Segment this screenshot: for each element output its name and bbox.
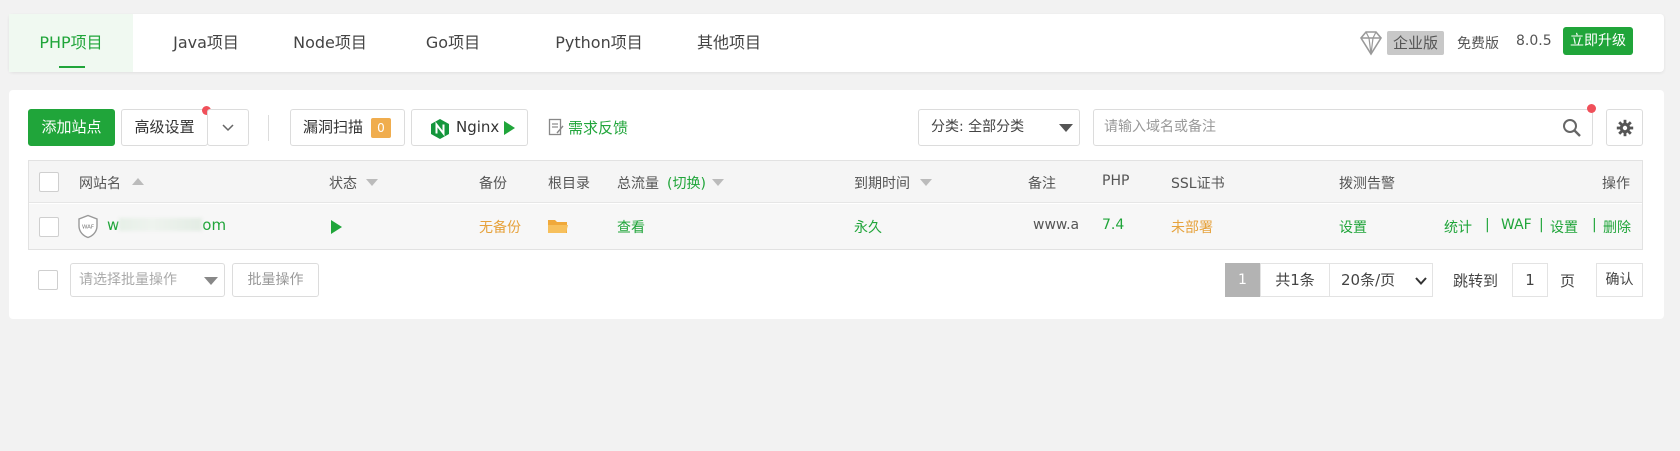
col-php: PHP bbox=[1102, 173, 1130, 189]
sort-desc-icon[interactable] bbox=[366, 179, 378, 186]
col-status[interactable]: 状态 bbox=[329, 173, 357, 193]
nginx-logo-icon bbox=[431, 119, 449, 139]
ssl-status-link[interactable]: 未部署 bbox=[1171, 217, 1213, 237]
col-site-name[interactable]: 网站名 bbox=[79, 173, 121, 193]
vuln-scan-label: 漏洞扫描 bbox=[303, 118, 364, 136]
vuln-count-badge: 0 bbox=[371, 118, 391, 138]
page-size-value: 20条/页 bbox=[1341, 271, 1396, 289]
op-separator: | bbox=[1485, 217, 1490, 233]
php-version-link[interactable]: 7.4 bbox=[1102, 217, 1124, 233]
tab-other[interactable]: 其他项目 bbox=[669, 14, 789, 72]
play-icon bbox=[504, 121, 515, 135]
tab-java[interactable]: Java项目 bbox=[141, 14, 271, 72]
confirm-jump-button[interactable]: 确认 bbox=[1596, 263, 1643, 297]
caret-down-icon bbox=[204, 277, 218, 285]
vuln-scan-button[interactable]: 漏洞扫描 0 bbox=[290, 109, 405, 146]
page-unit-label: 页 bbox=[1560, 272, 1576, 290]
sites-table: 网站名 状态 备份 根目录 总流量 (切换) 到期时间 备注 PHP SSL证书… bbox=[28, 160, 1643, 250]
monitor-settings-link[interactable]: 设置 bbox=[1339, 217, 1367, 237]
col-ssl: SSL证书 bbox=[1171, 176, 1225, 192]
expire-value[interactable]: 永久 bbox=[854, 217, 882, 237]
site-name-suffix: om bbox=[202, 216, 227, 234]
nginx-button[interactable]: Nginx bbox=[411, 109, 528, 146]
toolbar-divider bbox=[268, 115, 269, 141]
sort-desc-icon[interactable] bbox=[920, 179, 932, 186]
total-count: 共1条 bbox=[1260, 263, 1330, 297]
traffic-toggle-link[interactable]: (切换) bbox=[667, 173, 706, 193]
col-remark: 备注 bbox=[1028, 176, 1056, 192]
tab-go[interactable]: Go项目 bbox=[393, 14, 513, 72]
version-number: 8.0.5 bbox=[1516, 33, 1552, 49]
tab-python[interactable]: Python项目 bbox=[529, 14, 669, 72]
folder-icon[interactable] bbox=[547, 218, 569, 235]
remark-value[interactable]: www.a bbox=[1033, 217, 1079, 233]
jump-page-input[interactable]: 1 bbox=[1512, 263, 1548, 297]
op-separator: | bbox=[1592, 217, 1597, 233]
table-header: 网站名 状态 备份 根目录 总流量 (切换) 到期时间 备注 PHP SSL证书… bbox=[29, 161, 1642, 203]
col-monitor: 拨测告警 bbox=[1339, 176, 1395, 192]
advanced-settings-button[interactable]: 高级设置 bbox=[121, 109, 208, 146]
col-backup: 备份 bbox=[479, 176, 507, 192]
category-select-value: 分类: 全部分类 bbox=[931, 119, 1025, 135]
batch-operation-select[interactable]: 请选择批量操作 bbox=[70, 263, 225, 297]
tab-label: PHP项目 bbox=[39, 33, 103, 52]
page-size-select[interactable]: 20条/页 bbox=[1329, 263, 1433, 297]
stats-link[interactable]: 统计 bbox=[1444, 217, 1472, 237]
waf-shield-icon[interactable]: WAF bbox=[77, 214, 99, 239]
col-expire[interactable]: 到期时间 bbox=[854, 173, 910, 193]
feedback-link[interactable]: 需求反馈 bbox=[568, 117, 628, 138]
row-checkbox[interactable] bbox=[39, 217, 59, 237]
site-name-link[interactable]: w om bbox=[107, 216, 226, 234]
free-edition-label: 免费版 bbox=[1457, 36, 1499, 52]
caret-down-icon bbox=[1059, 124, 1073, 132]
redacted-domain bbox=[119, 218, 203, 231]
add-site-button[interactable]: 添加站点 bbox=[28, 109, 115, 146]
batch-select-placeholder: 请选择批量操作 bbox=[79, 272, 177, 288]
running-status-icon[interactable] bbox=[331, 220, 342, 234]
active-tab-underline bbox=[59, 66, 85, 68]
tab-node[interactable]: Node项目 bbox=[265, 14, 395, 72]
upgrade-button[interactable]: 立即升级 bbox=[1563, 27, 1633, 55]
tab-label: 其他项目 bbox=[696, 33, 761, 52]
op-separator: | bbox=[1539, 217, 1544, 233]
col-ops: 操作 bbox=[1602, 176, 1630, 192]
col-traffic[interactable]: 总流量 bbox=[617, 173, 659, 193]
category-select[interactable]: 分类: 全部分类 bbox=[918, 109, 1080, 146]
search-notification-dot bbox=[1587, 104, 1596, 113]
tab-php[interactable]: PHP项目 bbox=[9, 14, 133, 72]
footer-select-all-checkbox[interactable] bbox=[38, 270, 58, 290]
search-placeholder: 请输入域名或备注 bbox=[1104, 119, 1216, 135]
traffic-view-link[interactable]: 查看 bbox=[617, 217, 645, 237]
diamond-icon bbox=[1360, 31, 1382, 56]
search-input[interactable]: 请输入域名或备注 bbox=[1093, 109, 1593, 146]
current-page[interactable]: 1 bbox=[1225, 263, 1260, 297]
sort-asc-icon[interactable] bbox=[132, 178, 144, 185]
batch-operation-button[interactable]: 批量操作 bbox=[232, 263, 319, 297]
col-root-dir: 根目录 bbox=[548, 176, 590, 192]
advanced-dropdown-toggle[interactable] bbox=[207, 109, 249, 146]
delete-link[interactable]: 删除 bbox=[1603, 217, 1631, 237]
waf-link[interactable]: WAF bbox=[1501, 217, 1532, 233]
settings-link[interactable]: 设置 bbox=[1550, 217, 1578, 237]
tab-label: Go项目 bbox=[425, 33, 481, 52]
chevron-down-icon bbox=[222, 124, 234, 132]
site-name-prefix: w bbox=[107, 216, 120, 234]
jump-to-label: 跳转到 bbox=[1453, 272, 1499, 290]
sort-desc-icon[interactable] bbox=[712, 179, 724, 186]
nginx-label: Nginx bbox=[456, 118, 500, 136]
chevron-down-icon bbox=[1415, 277, 1427, 285]
gear-icon bbox=[1616, 119, 1634, 137]
tab-label: Python项目 bbox=[555, 33, 643, 52]
tab-label: Node项目 bbox=[293, 33, 367, 52]
settings-button[interactable] bbox=[1606, 109, 1643, 146]
feedback-doc-icon bbox=[548, 118, 564, 136]
table-row: WAF w om 无备份 查看 永久 www.a 7.4 未部署 设置 统计 | … bbox=[29, 204, 1642, 249]
tab-label: Java项目 bbox=[173, 33, 239, 52]
project-tabs-bar: PHP项目 Java项目 Node项目 Go项目 Python项目 其他项目 企… bbox=[9, 14, 1664, 72]
enterprise-badge[interactable]: 企业版 bbox=[1387, 31, 1445, 55]
select-all-checkbox[interactable] bbox=[39, 172, 59, 192]
search-icon[interactable] bbox=[1562, 118, 1582, 138]
waf-icon-text: WAF bbox=[82, 225, 94, 231]
backup-status[interactable]: 无备份 bbox=[479, 217, 521, 237]
